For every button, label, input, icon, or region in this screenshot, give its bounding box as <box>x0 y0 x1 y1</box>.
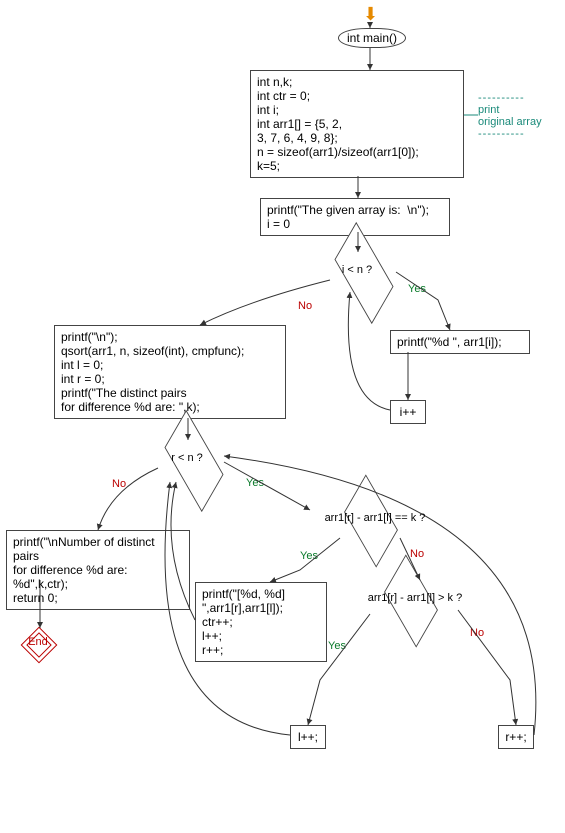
cond-diff-gt-k: arr1[r] - arr1[l] > k ? <box>350 580 480 620</box>
pair-found-text: printf("[%d, %d] ",arr1[r],arr1[l]); ctr… <box>202 587 320 657</box>
init-block: int n,k; int ctr = 0; int i; int arr1[] … <box>250 70 464 178</box>
comment-annotation: ---------- print original array --------… <box>478 92 542 140</box>
edge-yes-3: Yes <box>300 550 318 562</box>
r-inc-block: r++; <box>498 725 534 749</box>
cond-diff-gt-k-label: arr1[r] - arr1[l] > k ? <box>311 592 519 604</box>
start-arrow-icon: ⬇ <box>363 4 378 25</box>
i-inc-block: i++ <box>390 400 426 424</box>
pair-found-block: printf("[%d, %d] ",arr1[r],arr1[l]); ctr… <box>195 582 327 662</box>
end-label: End <box>22 636 54 648</box>
final-print-text: printf("\nNumber of distinct pairs for d… <box>13 535 183 605</box>
main-terminal: int main() <box>338 28 406 48</box>
sort-block-text: printf("\n"); qsort(arr1, n, sizeof(int)… <box>61 330 279 414</box>
edge-yes-1: Yes <box>408 283 426 295</box>
init-block-text: int n,k; int ctr = 0; int i; int arr1[] … <box>257 75 457 173</box>
edge-no-4: No <box>470 627 484 639</box>
edge-no-1: No <box>298 300 312 312</box>
cond-r-lt-n-label: r < n ? <box>131 452 243 464</box>
edge-yes-4: Yes <box>328 640 346 652</box>
sort-block: printf("\n"); qsort(arr1, n, sizeof(int)… <box>54 325 286 419</box>
cond-i-lt-n: i < n ? <box>322 252 392 292</box>
final-print-block: printf("\nNumber of distinct pairs for d… <box>6 530 190 610</box>
comment-dash-top: ---------- <box>478 92 542 104</box>
cond-r-lt-n: r < n ? <box>152 440 222 480</box>
edge-no-2: No <box>112 478 126 490</box>
edge-no-3: No <box>410 548 424 560</box>
cond-i-lt-n-label: i < n ? <box>301 264 413 276</box>
print-elem-block: printf("%d ", arr1[i]); <box>390 330 530 354</box>
cond-diff-eq-k-label: arr1[r] - arr1[l] == k ? <box>271 512 479 524</box>
edge-yes-2: Yes <box>246 477 264 489</box>
end-terminal: End <box>24 630 52 658</box>
i-inc-text: i++ <box>400 405 417 419</box>
print-elem-text: printf("%d ", arr1[i]); <box>397 335 502 349</box>
cond-diff-eq-k: arr1[r] - arr1[l] == k ? <box>310 500 440 540</box>
l-inc-text: l++; <box>298 730 318 744</box>
comment-dash-bot: ---------- <box>478 128 542 140</box>
main-terminal-label: int main() <box>347 31 397 45</box>
comment-text: print original array <box>478 104 542 128</box>
r-inc-text: r++; <box>505 730 526 744</box>
l-inc-block: l++; <box>290 725 326 749</box>
